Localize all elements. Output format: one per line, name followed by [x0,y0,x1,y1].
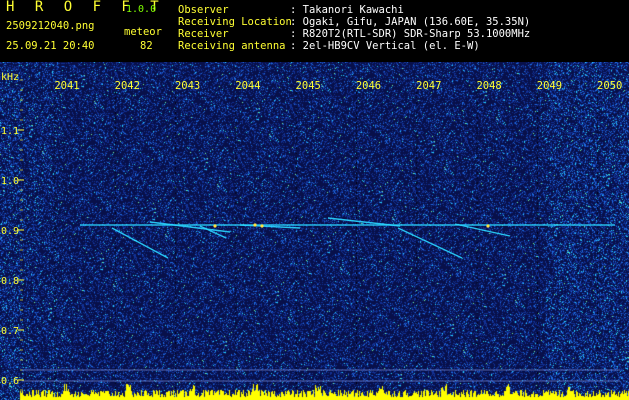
file-name: 2509212040.png [6,20,95,32]
location-value: : Ogaki, Gifu, JAPAN (136.60E, 35.35N) [290,16,531,28]
meteor-count-label: meteor [124,26,162,38]
y-axis-unit: kHz [1,72,20,83]
meteor-count-value: 82 [140,40,153,52]
receiver-value: : R820T2(RTL-SDR) SDR-Sharp 53.1000MHz [290,28,531,40]
antenna-value: : 2el-HB9CV Vertical (el. E-W) [290,40,480,52]
app-version: 1.0.0 [126,4,157,15]
header-panel: H R O F F T 1.0.0 2509212040.png 25.09.2… [0,0,629,62]
receiver-label: Receiver [178,28,229,40]
observation-datetime: 25.09.21 20:40 [6,40,95,52]
observer-value: : Takanori Kawachi [290,4,404,16]
spectrogram-canvas [0,62,629,400]
observer-label: Observer [178,4,229,16]
location-label: Receiving Location [178,16,292,28]
antenna-label: Receiving antenna [178,40,286,52]
